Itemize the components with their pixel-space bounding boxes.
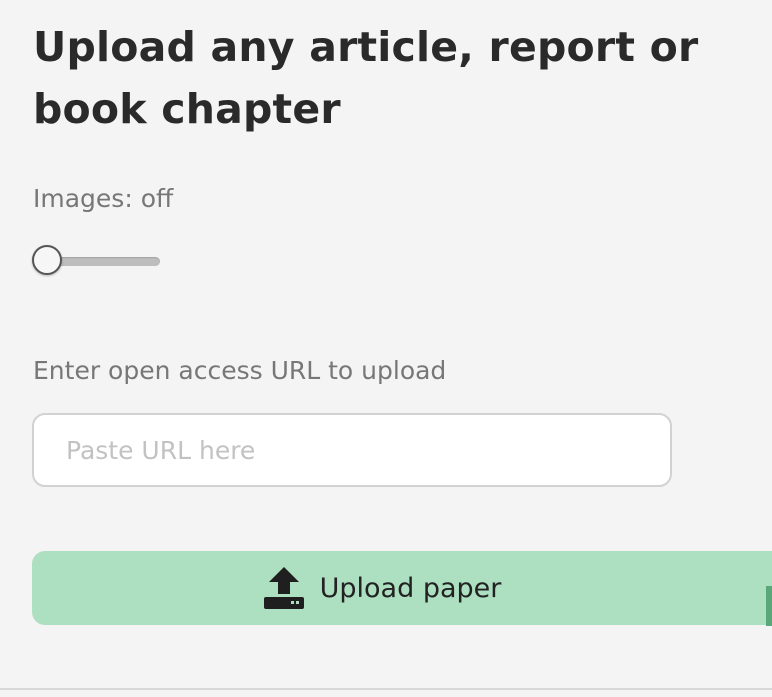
scrollbar-edge [766,586,772,626]
page-title: Upload any article, report or book chapt… [33,23,699,133]
toggle-knob[interactable] [32,245,62,275]
divider [0,688,772,690]
images-toggle[interactable] [32,245,160,279]
url-input[interactable] [32,413,672,487]
upload-paper-button[interactable]: Upload paper [32,551,772,625]
images-toggle-label: Images: off [33,184,174,213]
upload-icon [263,566,305,610]
url-field-label: Enter open access URL to upload [33,356,447,385]
upload-button-label: Upload paper [319,572,502,604]
